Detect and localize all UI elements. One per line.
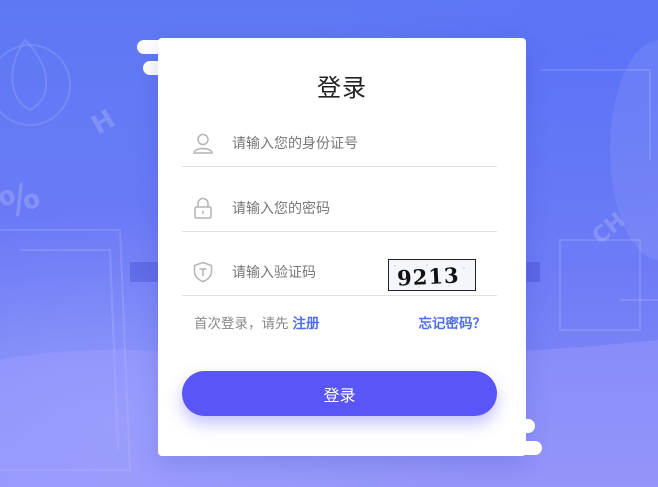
links-row: 首次登录，请先 注册 忘记密码？ (194, 312, 486, 332)
shield-icon (192, 261, 214, 283)
first-login-text: 首次登录，请先 (194, 316, 289, 332)
lock-icon (192, 197, 214, 219)
captcha-field: 9213 (182, 251, 497, 296)
svg-text:9213: 9213 (396, 262, 460, 290)
id-number-field (182, 122, 497, 167)
login-button[interactable]: 登录 (182, 371, 497, 416)
card-decoration-tab (508, 441, 542, 455)
svg-text:%: % (0, 172, 46, 228)
captcha-input[interactable] (230, 259, 394, 287)
password-input[interactable] (230, 195, 394, 223)
id-number-input[interactable] (230, 130, 394, 158)
captcha-image[interactable]: 9213 (388, 259, 476, 291)
register-link[interactable]: 注册 (293, 316, 320, 332)
login-title: 登录 (317, 74, 367, 102)
password-field (182, 187, 497, 232)
captcha-image-glyphs: 9213 (394, 262, 465, 291)
card-decoration-tab (513, 419, 535, 433)
svg-text:H: H (87, 104, 121, 141)
forgot-password-link[interactable]: 忘记密码？ (419, 312, 487, 332)
user-icon (192, 132, 214, 154)
